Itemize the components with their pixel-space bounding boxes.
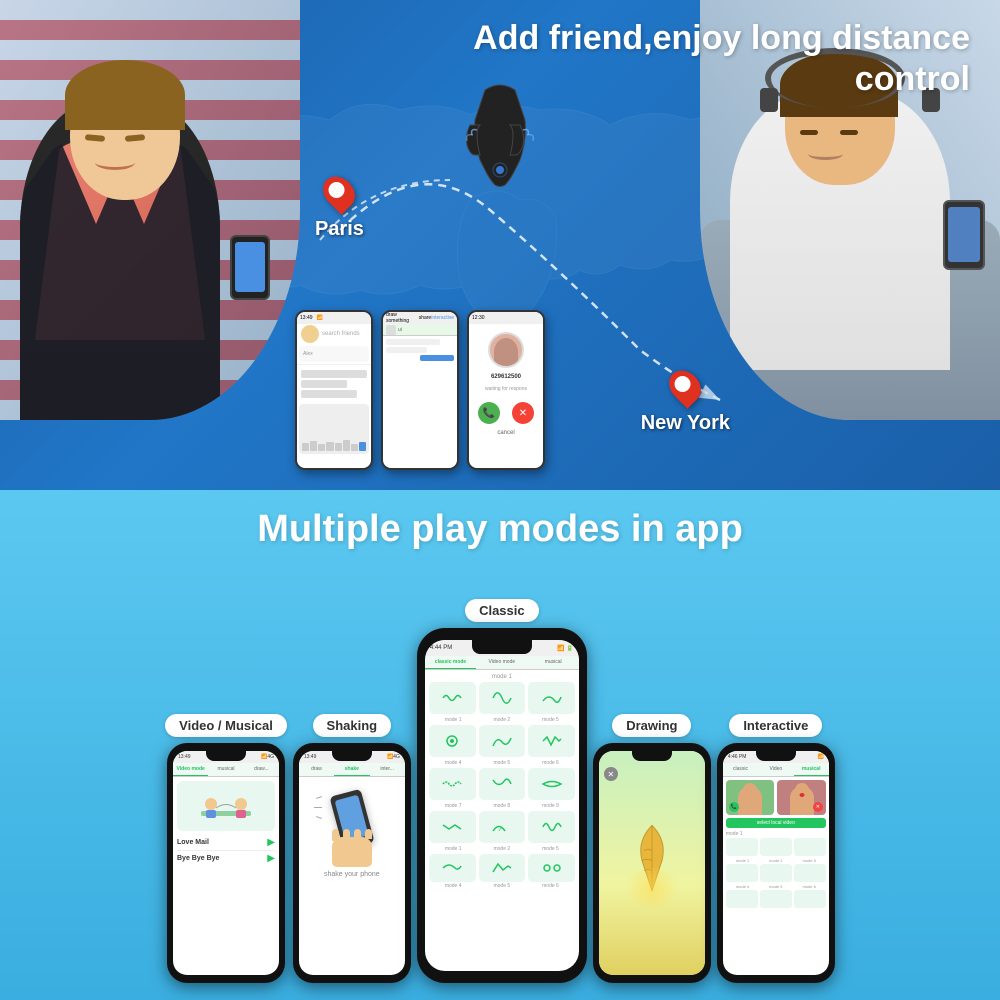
top-section: Add friend,enjoy long distance control <box>0 0 1000 490</box>
phone-interactive: 4:46 PM📶 classic Video musical <box>717 743 835 983</box>
mode-label-drawing: Drawing <box>612 714 691 737</box>
mode-label-video-musical: Video / Musical <box>165 714 287 737</box>
mode-label-shaking: Shaking <box>313 714 392 737</box>
app-tabs: draw shake inter... <box>299 763 405 777</box>
classic-modes-grid: mode 1 <box>425 670 579 893</box>
phone-screen-classic: 4:44 PM📶 🔋 classic mode Video mode music… <box>425 640 579 971</box>
bottom-title: Multiple play modes in app <box>0 490 1000 563</box>
newyork-location: New York <box>641 369 730 435</box>
app-mockups-left: 13:49 📶 search friends Alex <box>295 310 545 470</box>
phone-notch-large <box>472 640 532 654</box>
phone-notch <box>206 751 246 761</box>
app-tabs: classic Video musical <box>723 763 829 777</box>
page-title: Add friend,enjoy long distance control <box>473 18 970 100</box>
bottom-section: Multiple play modes in app Video / Music… <box>0 490 1000 1000</box>
modes-row: Video / Musical 13:49📶4G Video mode musi… <box>0 563 1000 983</box>
mode-label-interactive: Interactive <box>729 714 822 737</box>
phone-video-musical: 13:49📶4G Video mode musical draw... <box>167 743 285 983</box>
phone-screen-video-musical: 13:49📶4G Video mode musical draw... <box>173 751 279 975</box>
phone-notch <box>332 751 372 761</box>
mode-label-classic: Classic <box>465 599 539 622</box>
phone-notch <box>632 751 672 761</box>
phone-notch <box>756 751 796 761</box>
mode-card-classic: Classic 4:44 PM📶 🔋 classic mode Video mo… <box>417 599 587 983</box>
app-tabs: classic mode Video mode musical <box>425 656 579 670</box>
app-tabs: Video mode musical draw... <box>173 763 279 777</box>
phone-screen-interactive: 4:46 PM📶 classic Video musical <box>723 751 829 975</box>
person-left <box>0 0 300 420</box>
phone-screen-drawing: ✕ <box>599 751 705 975</box>
mode-card-shaking: Shaking 13:49📶4G draw shake inter... <box>293 714 411 983</box>
mode-card-interactive: Interactive 4:46 PM📶 classic Video music… <box>717 714 835 983</box>
phone-screen-shaking: 13:49📶4G draw shake inter... <box>299 751 405 975</box>
mode-card-video-musical: Video / Musical 13:49📶4G Video mode musi… <box>165 714 287 983</box>
phone-classic: 4:44 PM📶 🔋 classic mode Video mode music… <box>417 628 587 983</box>
phone-drawing: ✕ <box>593 743 711 983</box>
phone-shaking: 13:49📶4G draw shake inter... <box>293 743 411 983</box>
mode-card-drawing: Drawing <box>593 714 711 983</box>
paris-location: Paris <box>315 175 364 241</box>
